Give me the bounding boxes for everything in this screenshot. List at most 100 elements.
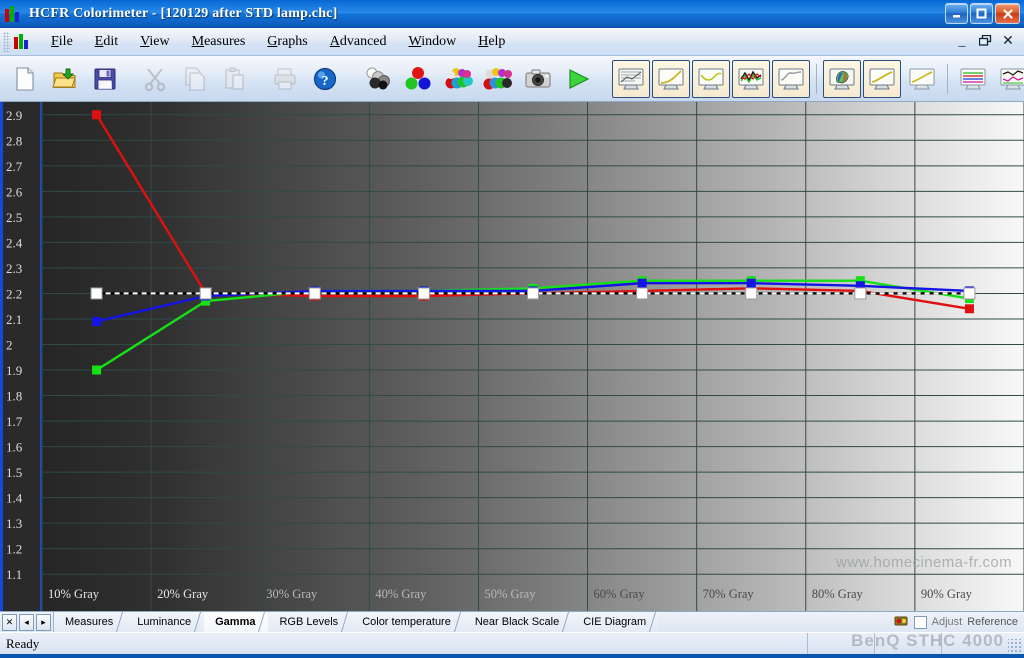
gamma-chart[interactable]: 2.9 2.8 2.7 2.6 2.5 2.4 2.3 2.2 2.1 2 1.9 1.8 1.7 1.6… xyxy=(0,102,1024,611)
menu-item-graphs[interactable]: Graphs xyxy=(256,30,318,54)
rgb-levels-graph-icon[interactable] xyxy=(732,59,770,98)
paste-icon[interactable] xyxy=(216,60,254,98)
svg-text:10% Gray: 10% Gray xyxy=(48,587,100,601)
menu-grip-icon[interactable] xyxy=(3,31,10,52)
svg-text:1.2: 1.2 xyxy=(6,542,22,557)
svg-text:90% Gray: 90% Gray xyxy=(921,587,973,601)
tab-close-icon[interactable]: ✕ xyxy=(2,613,17,631)
window-title: HCFR Colorimeter - [120129 after STD lam… xyxy=(29,5,338,21)
status-message: Ready xyxy=(6,635,40,651)
tab-label: CIE Diagram xyxy=(583,616,647,628)
toolbar-separator xyxy=(816,63,817,94)
mdi-close-icon[interactable]: ✕ xyxy=(1001,34,1015,48)
menu-item-measures[interactable]: Measures xyxy=(181,30,257,54)
svg-text:2.1: 2.1 xyxy=(6,312,22,327)
svg-text:1.1: 1.1 xyxy=(6,567,22,582)
taskbar-strip xyxy=(0,654,1024,658)
copy-icon[interactable] xyxy=(176,60,214,98)
tab-rgb-levels[interactable]: RGB Levels xyxy=(268,612,352,632)
tab-bar-right-controls: Adjust Reference xyxy=(894,612,1024,632)
svg-text:80% Gray: 80% Gray xyxy=(812,587,864,601)
menu-item-window[interactable]: Window xyxy=(398,30,468,54)
luminance-graph-icon[interactable] xyxy=(652,59,690,98)
menu-item-file[interactable]: File xyxy=(40,30,84,54)
tab-list: Measures Luminance Gamma RGB Levels Color te… xyxy=(54,612,660,632)
svg-text:1.5: 1.5 xyxy=(6,465,22,480)
toolbar-measure-group xyxy=(358,56,598,101)
tab-gamma[interactable]: Gamma xyxy=(204,612,269,632)
svg-text:1.3: 1.3 xyxy=(6,516,22,531)
tab-label: Luminance xyxy=(137,616,192,628)
svg-text:2.2: 2.2 xyxy=(6,286,22,301)
rgb-levels-alt-icon[interactable] xyxy=(954,60,992,98)
gamma-graph-icon[interactable] xyxy=(692,59,730,98)
cie-diagram-icon[interactable] xyxy=(823,59,861,98)
mdi-restore-icon[interactable] xyxy=(978,34,992,49)
cut-scissors-icon[interactable] xyxy=(136,60,174,98)
near-black-scale-icon[interactable] xyxy=(863,59,901,98)
status-pane xyxy=(874,633,941,654)
svg-text:?: ? xyxy=(322,74,329,89)
full-measure-icon[interactable] xyxy=(479,60,517,98)
reference-checkbox[interactable] xyxy=(913,615,927,629)
camera-icon[interactable] xyxy=(519,60,557,98)
svg-text:70% Gray: 70% Gray xyxy=(703,587,755,601)
svg-text:2.6: 2.6 xyxy=(6,184,23,199)
svg-text:20% Gray: 20% Gray xyxy=(157,587,209,601)
svg-text:2.3: 2.3 xyxy=(6,261,22,276)
color-temperature-graph-icon[interactable] xyxy=(772,59,810,98)
tab-prev-icon[interactable]: ◂ xyxy=(19,613,34,631)
menu-item-advanced[interactable]: Advanced xyxy=(319,30,398,54)
svg-text:2.7: 2.7 xyxy=(6,159,23,174)
primary-colors-icon[interactable] xyxy=(399,60,437,98)
status-bar: Ready BenQ STHC 4000 xyxy=(0,631,1024,654)
gamma-chart-canvas[interactable]: 2.9 2.8 2.7 2.6 2.5 2.4 2.3 2.2 2.1 2 1.9 1.8 1.7 1.6… xyxy=(0,102,1024,611)
new-document-icon[interactable] xyxy=(6,60,44,98)
svg-text:1.8: 1.8 xyxy=(6,389,22,404)
grayscale-spheres-icon[interactable] xyxy=(359,60,397,98)
title-bar: HCFR Colorimeter - [120129 after STD lam… xyxy=(0,0,1024,28)
maximize-icon[interactable] xyxy=(970,3,993,24)
menu-bar: File Edit View Measures Graphs Advanced … xyxy=(0,28,1024,56)
tab-next-icon[interactable]: ▸ xyxy=(36,613,51,631)
tab-nav-buttons: ✕ ◂ ▸ xyxy=(0,612,54,632)
window-resize-grip[interactable] xyxy=(1008,639,1023,654)
tab-color-temperature[interactable]: Color temperature xyxy=(351,612,464,632)
help-question-icon[interactable]: ? xyxy=(306,60,344,98)
menu-item-edit[interactable]: Edit xyxy=(84,30,129,54)
measures-table-view-icon[interactable] xyxy=(612,59,650,98)
rgb-bars-icon xyxy=(5,5,23,22)
open-folder-icon[interactable] xyxy=(46,60,84,98)
svg-text:1.6: 1.6 xyxy=(6,440,23,455)
tab-near-black-scale[interactable]: Near Black Scale xyxy=(463,612,573,632)
toolbar-file-group xyxy=(5,56,125,101)
menu-label: ile xyxy=(58,33,73,49)
reference-label: Reference xyxy=(967,616,1018,628)
menu-item-view[interactable]: View xyxy=(129,30,181,54)
run-play-icon[interactable] xyxy=(559,60,597,98)
mdi-minimize-icon[interactable]: _ xyxy=(955,34,969,48)
tab-label: RGB Levels xyxy=(279,616,339,628)
status-pane xyxy=(941,633,1008,654)
tab-luminance[interactable]: Luminance xyxy=(126,612,205,632)
menu-item-help[interactable]: Help xyxy=(467,30,516,54)
tab-cie-diagram[interactable]: CIE Diagram xyxy=(572,612,660,632)
saturation-sweep-icon[interactable] xyxy=(439,60,477,98)
save-disk-icon[interactable] xyxy=(86,60,124,98)
toolbar-print-help-group: ? xyxy=(265,56,345,101)
svg-text:60% Gray: 60% Gray xyxy=(594,587,646,601)
minimize-icon[interactable] xyxy=(945,3,968,24)
tab-measures[interactable]: Measures xyxy=(54,612,127,632)
target-settings-icon[interactable] xyxy=(894,613,909,632)
print-icon[interactable] xyxy=(266,60,304,98)
luminance-curve-icon[interactable] xyxy=(903,60,941,98)
toolbar-separator xyxy=(947,63,948,94)
svg-text:1.9: 1.9 xyxy=(6,363,22,378)
mdi-window-controls: _ ✕ xyxy=(955,34,1024,49)
color-temp-alt-icon[interactable] xyxy=(994,60,1024,98)
close-icon[interactable] xyxy=(995,3,1020,24)
tab-label: Color temperature xyxy=(362,616,451,628)
status-pane xyxy=(807,633,874,654)
toolbar-graph-view-group xyxy=(611,56,1024,101)
tab-label: Gamma xyxy=(215,616,256,628)
